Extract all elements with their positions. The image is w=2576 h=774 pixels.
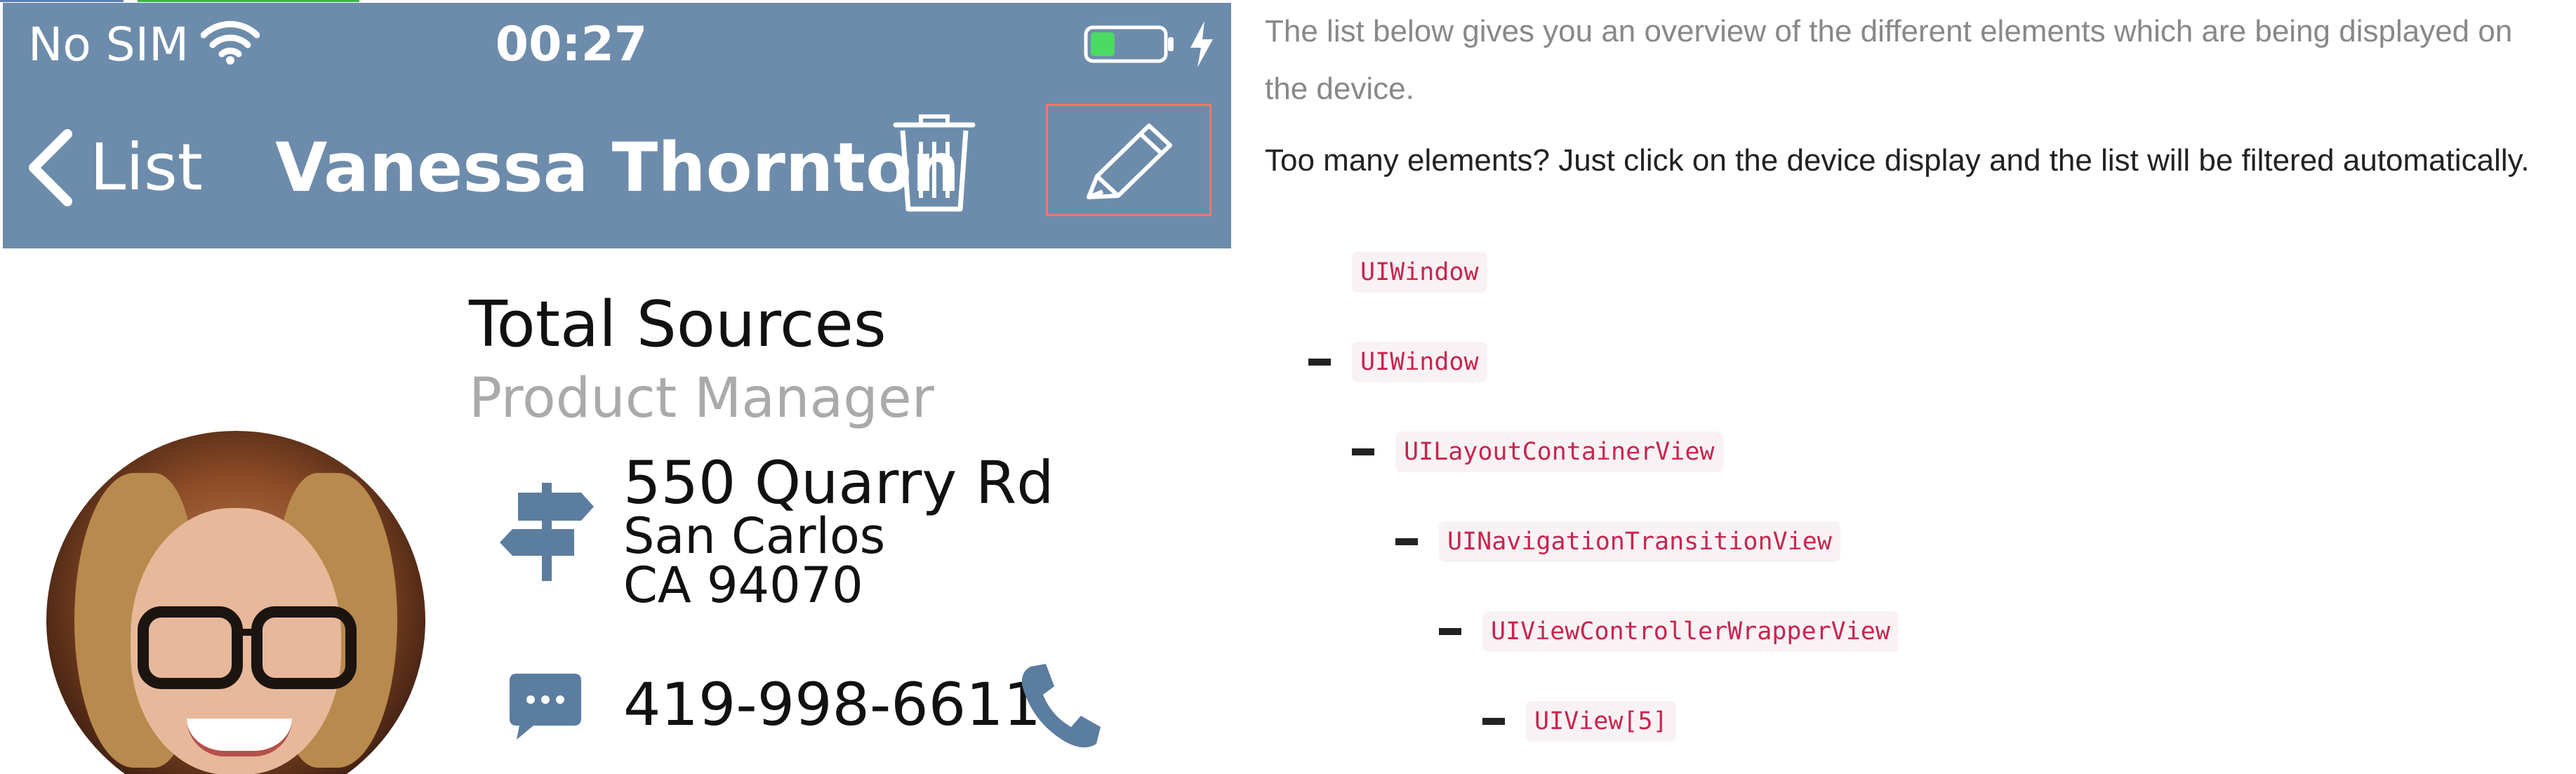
intro-text: The list below gives you an overview of … (1265, 14, 2513, 106)
company-name: Total Sources (469, 288, 887, 361)
filter-hint: Too many elements? Just click on the dev… (1265, 143, 2530, 178)
tree-item[interactable]: UIViewControllerWrapperView (1439, 610, 1899, 653)
selection-tab (0, 0, 124, 2)
back-button[interactable]: List (24, 122, 203, 213)
element-tag[interactable]: UIWindow (1352, 342, 1487, 382)
battery-icon (1084, 25, 1174, 63)
navigation-bar: No SIM 00:27 List Vanessa Thornton (3, 3, 1231, 248)
edit-button[interactable] (1046, 104, 1211, 216)
job-title: Product Manager (469, 367, 934, 430)
tree-item[interactable]: UILayoutContainerView (1352, 431, 1723, 473)
element-tag[interactable]: UIWindow (1352, 252, 1487, 293)
element-tag[interactable]: UINavigationTransitionView (1439, 521, 1840, 562)
element-tag[interactable]: UILayoutContainerView (1395, 432, 1723, 472)
back-button-label: List (90, 130, 203, 205)
element-tag[interactable]: UIViewControllerWrapperView (1482, 611, 1899, 652)
element-tag[interactable]: UIView[5] (1526, 701, 1676, 742)
phone-number[interactable]: 419-998-6611 (623, 662, 1041, 747)
tree-item[interactable]: UIWindow (1308, 341, 1487, 383)
collapse-toggle[interactable] (1308, 359, 1331, 366)
tree-item[interactable]: UINavigationTransitionView (1395, 521, 1840, 563)
address-state-zip: CA 94070 (623, 556, 863, 614)
status-time: 00:27 (495, 17, 648, 72)
message-icon[interactable] (507, 671, 584, 741)
phone-icon[interactable] (1019, 662, 1102, 749)
collapse-toggle[interactable] (1352, 448, 1374, 455)
pencil-icon (1087, 124, 1172, 199)
tree-item[interactable]: UIView[5] (1482, 700, 1676, 742)
signpost-icon (500, 483, 594, 581)
element-overview-panel: The list below gives you an overview of … (1265, 0, 2570, 774)
nav-title: Vanessa Thornton (275, 128, 960, 207)
tree-item[interactable]: UIWindow (1352, 251, 1487, 293)
trash-icon[interactable] (893, 112, 976, 213)
collapse-toggle[interactable] (1482, 718, 1505, 725)
back-chevron-icon (29, 129, 72, 206)
avatar (46, 431, 425, 774)
collapse-toggle[interactable] (1395, 538, 1418, 545)
device-screen[interactable]: No SIM 00:27 List Vanessa Thornton Total… (0, 0, 1234, 774)
collapse-toggle[interactable] (1439, 628, 1461, 635)
charging-icon (1190, 21, 1213, 67)
selection-tab (138, 0, 359, 2)
